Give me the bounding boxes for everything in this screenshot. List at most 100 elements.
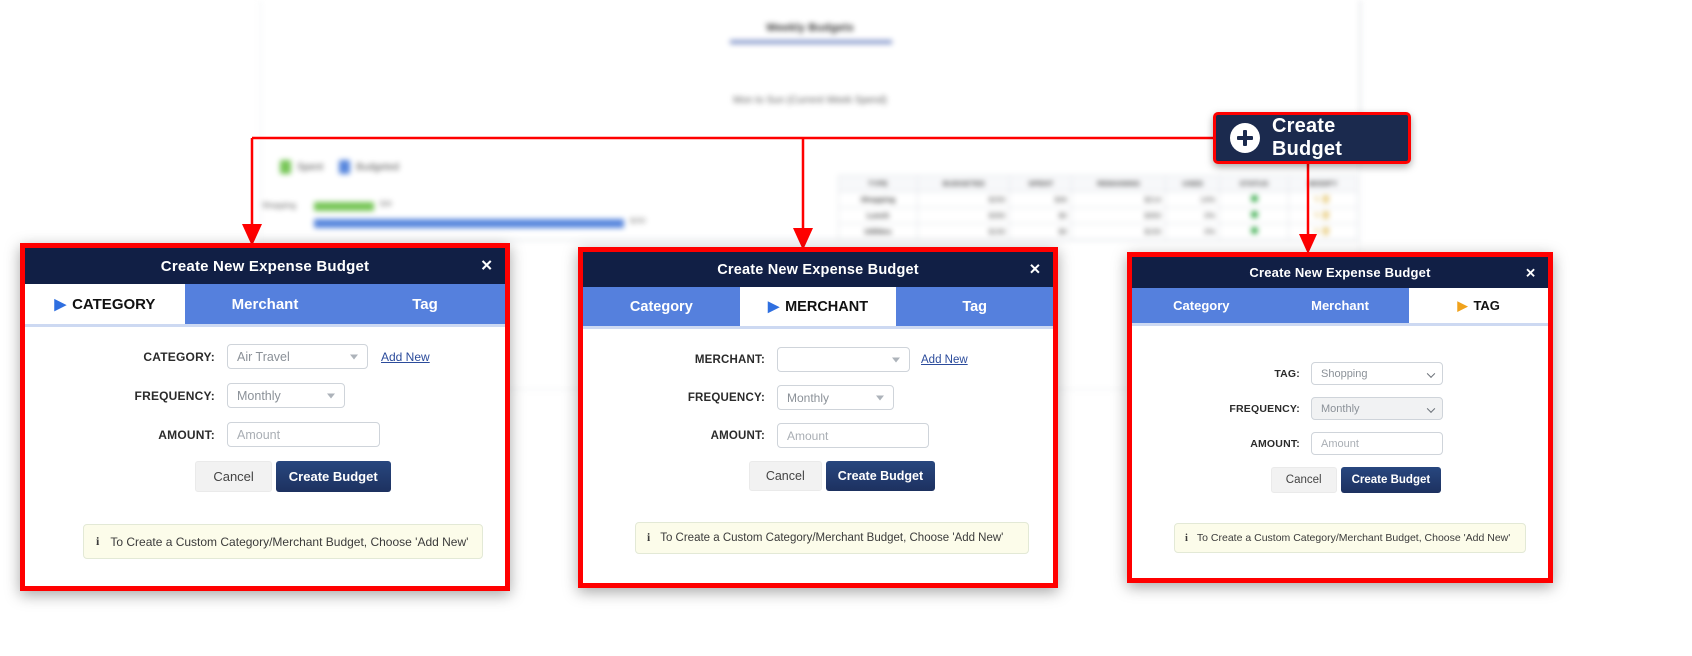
field-row-frequency: FREQUENCY: Monthly bbox=[25, 383, 505, 408]
frequency-value: Monthly bbox=[237, 388, 281, 403]
field-row-frequency: FREQUENCY: Monthly bbox=[583, 385, 1053, 410]
cell-budgeted: $250 bbox=[916, 191, 1011, 208]
budget-bar-chart: Shopping $36 $250 bbox=[262, 200, 682, 234]
category-value: Air Travel bbox=[237, 349, 290, 364]
amount-placeholder: Amount bbox=[237, 427, 281, 442]
create-budget-dialog-category[interactable]: Create New Expense Budget ✕ ▶ CATEGORY M… bbox=[20, 243, 510, 591]
tab-merchant[interactable]: Merchant bbox=[185, 284, 345, 324]
tag-select[interactable]: Shopping bbox=[1311, 362, 1443, 385]
info-text: To Create a Custom Category/Merchant Bud… bbox=[1196, 532, 1511, 544]
tab-tag[interactable]: ▶ TAG bbox=[1409, 288, 1548, 323]
dialog-actions: Cancel Create Budget bbox=[25, 461, 505, 492]
chevron-down-icon bbox=[1426, 368, 1436, 378]
cell-spent: $36 bbox=[1009, 191, 1073, 208]
dialog-title: Create New Expense Budget bbox=[717, 261, 919, 278]
submit-create-budget-button[interactable]: Create Budget bbox=[275, 461, 391, 492]
cell-spent: $0 bbox=[1009, 223, 1073, 240]
tab-active-arrow-icon: ▶ bbox=[767, 298, 780, 315]
cell-used: 0% bbox=[1165, 207, 1221, 224]
submit-create-budget-button[interactable]: Create Budget bbox=[1340, 467, 1442, 493]
add-new-link[interactable]: Add New bbox=[381, 350, 430, 364]
add-new-link[interactable]: Add New bbox=[921, 354, 968, 366]
field-row-amount: AMOUNT: Amount bbox=[583, 423, 1053, 448]
tab-label: Tag bbox=[412, 295, 438, 313]
cell-remaining: $150 bbox=[1071, 223, 1167, 240]
close-icon[interactable]: ✕ bbox=[1029, 262, 1041, 277]
create-budget-label: Create Budget bbox=[1272, 115, 1343, 160]
bar-row-spent: Shopping $36 bbox=[262, 200, 682, 213]
amount-label: AMOUNT: bbox=[158, 427, 215, 442]
frequency-select[interactable]: Monthly bbox=[1311, 397, 1443, 420]
legend-swatch-spent bbox=[280, 160, 291, 174]
cell-type: Shopping bbox=[838, 191, 918, 208]
create-budget-dialog-merchant[interactable]: Create New Expense Budget ✕ Category ▶ M… bbox=[578, 247, 1058, 588]
chart-legend: Spent Budgeted bbox=[280, 160, 409, 174]
amount-input[interactable]: Amount bbox=[227, 422, 380, 447]
dialog-tabs: Category ▶ MERCHANT Tag bbox=[583, 287, 1053, 326]
tab-label: Merchant bbox=[231, 295, 299, 313]
frequency-dropdown[interactable]: Monthly bbox=[777, 385, 894, 410]
merchant-dropdown[interactable] bbox=[777, 347, 910, 372]
bar-value-budgeted: $250 bbox=[630, 218, 646, 225]
frequency-label: FREQUENCY: bbox=[134, 388, 215, 403]
cell-status bbox=[1219, 223, 1289, 240]
amount-input[interactable]: Amount bbox=[1311, 432, 1443, 455]
cell-budgeted: $150 bbox=[916, 223, 1011, 240]
col-status: STATUS bbox=[1219, 175, 1289, 192]
close-icon[interactable]: ✕ bbox=[480, 259, 493, 274]
table-row: Shopping $250 $36 $214 14% ✎🗑 bbox=[838, 191, 1359, 208]
tab-category[interactable]: Category bbox=[583, 287, 740, 326]
dialog-inner: Create New Expense Budget ✕ ▶ CATEGORY M… bbox=[25, 248, 505, 586]
dialog-titlebar: Create New Expense Budget ✕ bbox=[583, 252, 1053, 287]
dialog-inner: Create New Expense Budget ✕ Category ▶ M… bbox=[583, 252, 1053, 583]
tab-tag[interactable]: Tag bbox=[345, 284, 505, 324]
field-row-tag: TAG: Shopping bbox=[1132, 362, 1548, 385]
frequency-value: Monthly bbox=[787, 390, 830, 405]
amount-input[interactable]: Amount bbox=[777, 423, 929, 448]
table-row: Utilities $150 $0 $150 0% ✎🗑 bbox=[838, 223, 1359, 240]
create-budget-dialog-tag[interactable]: Create New Expense Budget ✕ Category Mer… bbox=[1127, 252, 1553, 583]
tab-label: MERCHANT bbox=[785, 298, 869, 315]
create-budget-button[interactable]: Create Budget bbox=[1213, 112, 1411, 164]
field-row-frequency: FREQUENCY: Monthly bbox=[1132, 397, 1548, 420]
tab-tag[interactable]: Tag bbox=[896, 287, 1053, 326]
cancel-button[interactable]: Cancel bbox=[1270, 467, 1337, 493]
tab-merchant[interactable]: ▶ MERCHANT bbox=[739, 287, 897, 326]
cell-spent: $0 bbox=[1009, 207, 1073, 224]
tab-label: Category bbox=[629, 298, 693, 315]
chevron-down-icon bbox=[876, 395, 884, 400]
dialog-body: TAG: Shopping FREQUENCY: Monthly AMOUNT:… bbox=[1132, 326, 1548, 553]
chart-title-underline bbox=[730, 40, 892, 44]
category-dropdown[interactable]: Air Travel bbox=[227, 344, 368, 369]
cancel-button[interactable]: Cancel bbox=[748, 461, 822, 491]
tab-category[interactable]: Category bbox=[1132, 288, 1271, 323]
cancel-button[interactable]: Cancel bbox=[195, 461, 272, 492]
info-banner: i To Create a Custom Category/Merchant B… bbox=[83, 524, 483, 559]
frequency-dropdown[interactable]: Monthly bbox=[227, 383, 345, 408]
info-banner: i To Create a Custom Category/Merchant B… bbox=[1174, 523, 1526, 553]
amount-placeholder: Amount bbox=[1321, 437, 1359, 450]
dialog-body: MERCHANT: Add New FREQUENCY: Monthly AMO… bbox=[583, 329, 1053, 554]
tab-label: Tag bbox=[962, 298, 988, 315]
dialog-tabs: Category Merchant ▶ TAG bbox=[1132, 288, 1548, 323]
cell-type: Lunch bbox=[838, 207, 918, 224]
cell-used: 0% bbox=[1165, 223, 1221, 240]
tab-merchant[interactable]: Merchant bbox=[1271, 288, 1410, 323]
bar-value-spent: $36 bbox=[380, 201, 392, 208]
dialog-tabs: ▶ CATEGORY Merchant Tag bbox=[25, 284, 505, 324]
col-budgeted: BUDGETED bbox=[916, 175, 1011, 192]
amount-placeholder: Amount bbox=[787, 428, 829, 443]
tab-label: Merchant bbox=[1311, 298, 1369, 313]
field-row-amount: AMOUNT: Amount bbox=[25, 422, 505, 447]
col-used: USED bbox=[1165, 175, 1221, 192]
category-label: CATEGORY: bbox=[143, 349, 215, 364]
cell-modify: ✎🗑 bbox=[1287, 207, 1359, 224]
info-banner: i To Create a Custom Category/Merchant B… bbox=[635, 522, 1029, 554]
tab-category[interactable]: ▶ CATEGORY bbox=[25, 284, 185, 324]
table-row: Lunch $350 $0 $350 0% ✎🗑 bbox=[838, 207, 1359, 224]
submit-create-budget-button[interactable]: Create Budget bbox=[825, 461, 936, 491]
dialog-titlebar: Create New Expense Budget ✕ bbox=[1132, 257, 1548, 288]
close-icon[interactable]: ✕ bbox=[1525, 266, 1536, 279]
info-icon: i bbox=[647, 532, 651, 544]
cell-remaining: $214 bbox=[1071, 191, 1167, 208]
